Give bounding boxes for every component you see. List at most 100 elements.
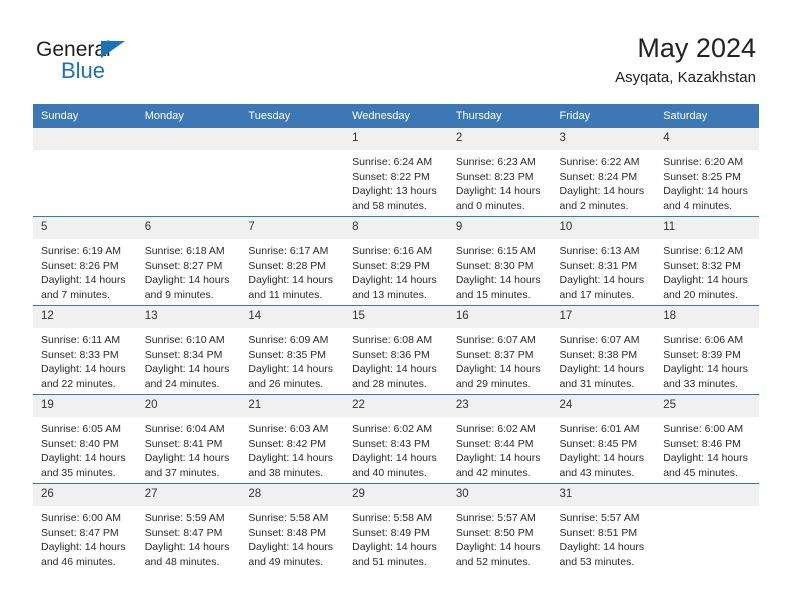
daylight-duration-line2: and 58 minutes. [352, 199, 427, 212]
page-title: May 2024 [637, 33, 756, 63]
day-number: 10 [551, 217, 656, 239]
daylight-duration-line1: Daylight: 14 hours [352, 541, 437, 554]
logo-text-blue: Blue [61, 58, 106, 83]
calendar-week-row: 26 Sunrise: 6:00 AM Sunset: 8:47 PM Dayligh… [33, 483, 759, 572]
daylight-duration-line2: and 11 minutes. [248, 288, 323, 301]
calendar-day-cell[interactable]: 8 Sunrise: 6:16 AM Sunset: 8:29 PM Daylight… [344, 216, 448, 306]
calendar-day-cell[interactable]: 19 Sunrise: 6:05 AM Sunset: 8:40 PM Dayligh… [33, 394, 137, 484]
calendar-day-cell[interactable]: 16 Sunrise: 6:07 AM Sunset: 8:37 PM Dayligh… [447, 305, 552, 395]
page-header: General Blue May 2024 Asyqata, Kazakhsta… [0, 0, 792, 100]
daylight-duration-line1: Daylight: 14 hours [352, 274, 437, 287]
daylight-duration-line1: Daylight: 14 hours [352, 452, 437, 465]
title-block: May 2024 Asyqata, Kazakhstan [615, 32, 756, 89]
day-details: Sunrise: 6:20 AM Sunset: 8:25 PM Daylight:… [655, 150, 759, 213]
daylight-duration-line1: Daylight: 14 hours [144, 541, 230, 554]
calendar-day-cell[interactable]: 1 Sunrise: 6:24 AM Sunset: 8:22 PM Daylight… [344, 128, 448, 217]
daylight-duration-line2: and 31 minutes. [559, 377, 635, 390]
daylight-duration-line1: Daylight: 14 hours [663, 452, 748, 465]
calendar-day-cell-empty [33, 128, 137, 217]
daylight-duration-line1: Daylight: 14 hours [41, 452, 126, 465]
sunset-time: Sunset: 8:27 PM [144, 259, 223, 272]
calendar-day-cell[interactable]: 22 Sunrise: 6:02 AM Sunset: 8:43 PM Dayligh… [344, 394, 448, 484]
daylight-duration-line2: and 26 minutes. [248, 377, 324, 390]
calendar-day-cell[interactable]: 12 Sunrise: 6:11 AM Sunset: 8:33 PM Dayligh… [33, 305, 137, 395]
day-number [33, 128, 137, 150]
day-number: 8 [344, 217, 448, 239]
calendar-week-row: 1 Sunrise: 6:24 AM Sunset: 8:22 PM Daylight… [33, 128, 759, 217]
calendar-day-cell[interactable]: 31 Sunrise: 5:57 AM Sunset: 8:51 PM Dayligh… [551, 483, 656, 572]
calendar-day-cell[interactable]: 29 Sunrise: 5:58 AM Sunset: 8:49 PM Dayligh… [344, 483, 448, 572]
sunset-time: Sunset: 8:22 PM [352, 170, 430, 183]
day-details: Sunrise: 6:18 AM Sunset: 8:27 PM Daylight:… [137, 239, 241, 302]
day-number: 24 [551, 395, 656, 417]
day-number: 5 [33, 217, 137, 239]
day-number: 16 [447, 306, 552, 328]
day-details: Sunrise: 5:59 AM Sunset: 8:47 PM Daylight:… [137, 506, 241, 569]
sunrise-time: Sunrise: 6:20 AM [663, 156, 744, 168]
calendar-day-cell[interactable]: 30 Sunrise: 5:57 AM Sunset: 8:50 PM Dayligh… [447, 483, 552, 572]
daylight-duration-line1: Daylight: 13 hours [352, 185, 437, 198]
calendar-day-cell[interactable]: 15 Sunrise: 6:08 AM Sunset: 8:36 PM Dayligh… [344, 305, 448, 395]
day-number: 3 [551, 128, 656, 150]
daylight-duration-line2: and 37 minutes. [144, 466, 220, 479]
daylight-duration-line2: and 40 minutes. [352, 466, 427, 479]
calendar-day-cell[interactable]: 21 Sunrise: 6:03 AM Sunset: 8:42 PM Dayligh… [240, 394, 345, 484]
calendar-day-cell[interactable]: 13 Sunrise: 6:10 AM Sunset: 8:34 PM Dayligh… [136, 305, 241, 395]
day-details: Sunrise: 6:09 AM Sunset: 8:35 PM Daylight:… [240, 328, 344, 391]
daylight-duration-line1: Daylight: 14 hours [559, 363, 645, 376]
daylight-duration-line1: Daylight: 14 hours [559, 274, 645, 287]
calendar-day-cell[interactable]: 17 Sunrise: 6:07 AM Sunset: 8:38 PM Dayligh… [551, 305, 656, 395]
sunset-time: Sunset: 8:34 PM [144, 348, 223, 361]
calendar-day-cell[interactable]: 2 Sunrise: 6:23 AM Sunset: 8:23 PM Daylight… [447, 128, 552, 217]
calendar-day-cell[interactable]: 27 Sunrise: 5:59 AM Sunset: 8:47 PM Dayligh… [136, 483, 241, 572]
calendar-week-row: 19 Sunrise: 6:05 AM Sunset: 8:40 PM Dayligh… [33, 394, 759, 484]
calendar-day-cell[interactable]: 20 Sunrise: 6:04 AM Sunset: 8:41 PM Dayligh… [136, 394, 241, 484]
sunrise-time: Sunrise: 6:03 AM [248, 423, 329, 435]
calendar-day-cell[interactable]: 7 Sunrise: 6:17 AM Sunset: 8:28 PM Daylight… [240, 216, 345, 306]
calendar-day-cell[interactable]: 18 Sunrise: 6:06 AM Sunset: 8:39 PM Dayligh… [655, 305, 759, 395]
calendar-day-cell[interactable]: 5 Sunrise: 6:19 AM Sunset: 8:26 PM Daylight… [33, 216, 137, 306]
day-details: Sunrise: 6:02 AM Sunset: 8:44 PM Daylight:… [448, 417, 552, 480]
daylight-duration-line2: and 51 minutes. [352, 555, 427, 568]
sunset-time: Sunset: 8:48 PM [248, 526, 327, 539]
day-details: Sunrise: 6:13 AM Sunset: 8:31 PM Daylight:… [552, 239, 656, 302]
daylight-duration-line2: and 7 minutes. [41, 288, 110, 301]
daylight-duration-line2: and 9 minutes. [144, 288, 214, 301]
sunrise-time: Sunrise: 6:15 AM [455, 245, 536, 257]
calendar-day-cell[interactable]: 9 Sunrise: 6:15 AM Sunset: 8:30 PM Daylight… [447, 216, 552, 306]
day-number: 25 [655, 395, 759, 417]
day-details: Sunrise: 6:04 AM Sunset: 8:41 PM Daylight:… [137, 417, 241, 480]
day-number [655, 484, 759, 506]
calendar-day-cell[interactable]: 26 Sunrise: 6:00 AM Sunset: 8:47 PM Dayligh… [33, 483, 137, 572]
day-details: Sunrise: 6:17 AM Sunset: 8:28 PM Daylight:… [240, 239, 344, 302]
calendar-day-cell[interactable]: 14 Sunrise: 6:09 AM Sunset: 8:35 PM Dayligh… [240, 305, 345, 395]
daylight-duration-line2: and 53 minutes. [559, 555, 635, 568]
day-number: 4 [655, 128, 759, 150]
calendar-day-cell[interactable]: 3 Sunrise: 6:22 AM Sunset: 8:24 PM Daylight… [551, 128, 656, 217]
day-details: Sunrise: 6:08 AM Sunset: 8:36 PM Daylight:… [344, 328, 448, 391]
sunset-time: Sunset: 8:35 PM [248, 348, 327, 361]
daylight-duration-line1: Daylight: 14 hours [248, 452, 334, 465]
day-number: 17 [551, 306, 656, 328]
calendar-day-cell[interactable]: 24 Sunrise: 6:01 AM Sunset: 8:45 PM Dayligh… [551, 394, 656, 484]
calendar-day-cell[interactable]: 4 Sunrise: 6:20 AM Sunset: 8:25 PM Daylight… [655, 128, 759, 217]
calendar-day-cell[interactable]: 23 Sunrise: 6:02 AM Sunset: 8:44 PM Dayligh… [447, 394, 552, 484]
daylight-duration-line2: and 33 minutes. [663, 377, 738, 390]
general-blue-logo[interactable]: General Blue [36, 38, 176, 86]
daylight-duration-line1: Daylight: 14 hours [663, 363, 748, 376]
calendar-grid: Sunday Monday Tuesday Wednesday Thursday… [33, 104, 759, 572]
calendar-day-cell[interactable]: 25 Sunrise: 6:00 AM Sunset: 8:46 PM Dayligh… [655, 394, 759, 484]
calendar-day-cell[interactable]: 10 Sunrise: 6:13 AM Sunset: 8:31 PM Dayligh… [551, 216, 656, 306]
sunrise-time: Sunrise: 5:57 AM [455, 512, 536, 524]
day-details: Sunrise: 5:57 AM Sunset: 8:50 PM Daylight:… [448, 506, 552, 569]
sunrise-time: Sunrise: 6:07 AM [559, 334, 640, 346]
sunrise-time: Sunrise: 6:01 AM [559, 423, 640, 435]
sunset-time: Sunset: 8:45 PM [559, 437, 638, 450]
calendar-day-cell[interactable]: 28 Sunrise: 5:58 AM Sunset: 8:48 PM Dayligh… [240, 483, 345, 572]
daylight-duration-line2: and 48 minutes. [144, 555, 220, 568]
calendar-day-cell[interactable]: 11 Sunrise: 6:12 AM Sunset: 8:32 PM Dayligh… [655, 216, 759, 306]
calendar-day-cell[interactable]: 6 Sunrise: 6:18 AM Sunset: 8:27 PM Daylight… [136, 216, 241, 306]
day-details: Sunrise: 5:58 AM Sunset: 8:48 PM Daylight:… [240, 506, 344, 569]
day-details: Sunrise: 6:23 AM Sunset: 8:23 PM Daylight:… [448, 150, 552, 213]
daylight-duration-line2: and 17 minutes. [559, 288, 635, 301]
